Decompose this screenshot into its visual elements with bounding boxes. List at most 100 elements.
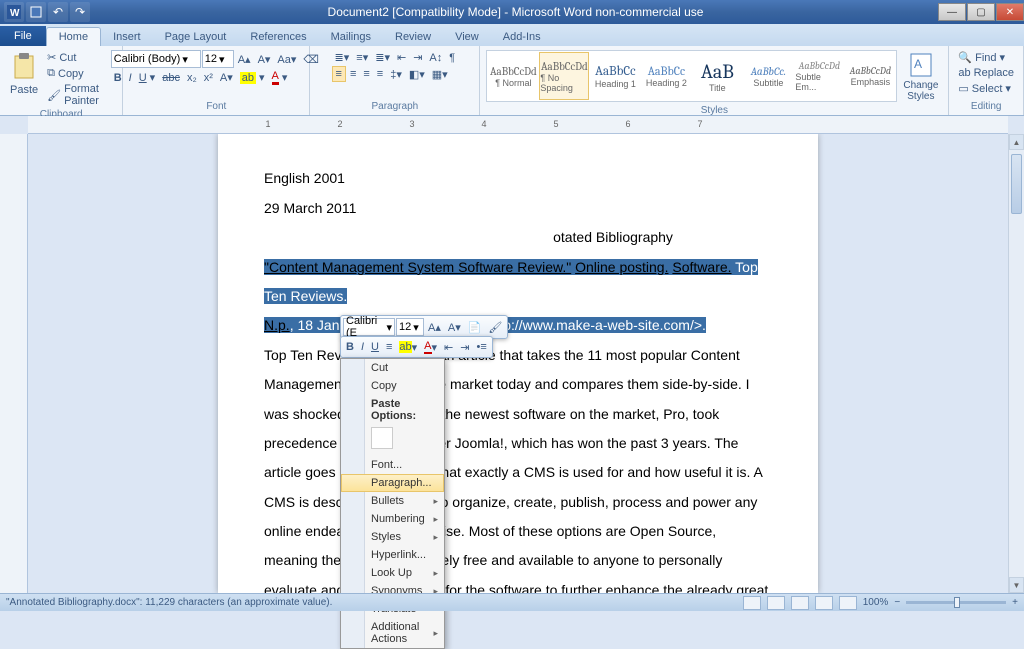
mini-styles-button[interactable]: 📄 — [465, 318, 485, 336]
scroll-down-button[interactable]: ▼ — [1009, 577, 1024, 593]
word-icon[interactable]: W — [4, 2, 24, 22]
tab-insert[interactable]: Insert — [101, 28, 153, 46]
close-button[interactable]: ✕ — [996, 3, 1024, 21]
tab-mailings[interactable]: Mailings — [319, 28, 383, 46]
style-subtle-em[interactable]: AaBbCcDdSubtle Em... — [794, 52, 844, 100]
scroll-thumb[interactable] — [1011, 154, 1022, 214]
zoom-out-button[interactable]: − — [894, 597, 900, 608]
maximize-button[interactable]: ▢ — [967, 3, 995, 21]
cut-button[interactable]: ✂Cut — [44, 50, 116, 65]
multilevel-button[interactable]: ≣▾ — [372, 50, 393, 65]
font-size-combo[interactable]: 12▾ — [202, 50, 234, 68]
ctx-copy[interactable]: Copy — [341, 377, 444, 395]
mini-grow-button[interactable]: A▴ — [425, 318, 444, 336]
mini-shrink-button[interactable]: A▾ — [445, 318, 464, 336]
sort-button[interactable]: A↕ — [426, 51, 445, 65]
text-effects-button[interactable]: A▾ — [217, 70, 236, 85]
paste-option-icon[interactable] — [371, 427, 393, 449]
scroll-up-button[interactable]: ▲ — [1009, 134, 1024, 150]
style-heading2[interactable]: AaBbCcHeading 2 — [641, 52, 691, 100]
mini-fontcolor-button[interactable]: A▾ — [421, 339, 440, 355]
mini-font-combo[interactable]: Calibri (E▾ — [343, 318, 395, 336]
tab-file[interactable]: File — [0, 26, 46, 46]
style-title[interactable]: AaBTitle — [692, 52, 742, 100]
ctx-numbering[interactable]: Numbering▸ — [341, 510, 444, 528]
undo-icon[interactable]: ↶ — [48, 2, 68, 22]
change-styles-button[interactable]: A Change Styles — [899, 50, 942, 104]
style-no-spacing[interactable]: AaBbCcDd¶ No Spacing — [539, 52, 589, 100]
styles-gallery[interactable]: AaBbCcDd¶ Normal AaBbCcDd¶ No Spacing Aa… — [486, 50, 897, 102]
mini-bold-button[interactable]: B — [343, 339, 357, 355]
view-outline-button[interactable] — [815, 596, 833, 610]
redo-icon[interactable]: ↷ — [70, 2, 90, 22]
change-case-button[interactable]: Aa▾ — [274, 52, 299, 67]
view-web-button[interactable] — [791, 596, 809, 610]
mini-highlight-button[interactable]: ab▾ — [396, 339, 420, 355]
ctx-paragraph[interactable]: Paragraph... — [341, 474, 444, 492]
mini-italic-button[interactable]: I — [358, 339, 367, 355]
tab-review[interactable]: Review — [383, 28, 443, 46]
vertical-ruler[interactable] — [0, 134, 28, 593]
ctx-additional[interactable]: Additional Actions▸ — [341, 618, 444, 648]
zoom-in-button[interactable]: + — [1012, 597, 1018, 608]
tab-page-layout[interactable]: Page Layout — [153, 28, 239, 46]
tab-addins[interactable]: Add-Ins — [491, 28, 553, 46]
grow-font-button[interactable]: A▴ — [235, 52, 254, 67]
borders-button[interactable]: ▦▾ — [429, 67, 451, 82]
ctx-styles[interactable]: Styles▸ — [341, 528, 444, 546]
numbering-button[interactable]: ≡▾ — [353, 50, 371, 65]
ctx-hyperlink[interactable]: Hyperlink... — [341, 546, 444, 564]
increase-indent-button[interactable]: ⇥ — [410, 50, 425, 65]
horizontal-ruler[interactable]: 1 2 3 4 5 6 7 — [28, 116, 1008, 134]
zoom-level[interactable]: 100% — [863, 597, 889, 608]
ctx-cut[interactable]: Cut — [341, 359, 444, 377]
font-color-button[interactable]: A▾ — [269, 69, 291, 86]
view-fullscreen-button[interactable] — [767, 596, 785, 610]
decrease-indent-button[interactable]: ⇤ — [394, 50, 409, 65]
show-marks-button[interactable]: ¶ — [446, 51, 458, 65]
mini-indent-dec-button[interactable]: ⇤ — [441, 339, 456, 355]
bold-button[interactable]: B — [111, 71, 125, 85]
ctx-bullets[interactable]: Bullets▸ — [341, 492, 444, 510]
underline-button[interactable]: U▾ — [136, 70, 158, 85]
subscript-button[interactable]: x₂ — [184, 71, 200, 85]
shading-button[interactable]: ◧▾ — [406, 67, 428, 82]
strike-button[interactable]: abc — [159, 71, 183, 85]
select-button[interactable]: ▭Select ▾ — [955, 81, 1014, 96]
italic-button[interactable]: I — [126, 71, 135, 85]
document-page[interactable]: ... English 2001 29 March 2011 otated Bi… — [218, 134, 818, 593]
mini-brush-button[interactable]: 🖌 — [485, 318, 505, 336]
tab-view[interactable]: View — [443, 28, 491, 46]
style-normal[interactable]: AaBbCcDd¶ Normal — [488, 52, 538, 100]
align-left-button[interactable]: ≡ — [332, 66, 346, 82]
zoom-slider[interactable] — [906, 601, 1006, 604]
save-icon[interactable] — [26, 2, 46, 22]
ctx-font[interactable]: Font... — [341, 456, 444, 474]
style-heading1[interactable]: AaBbCcHeading 1 — [590, 52, 640, 100]
style-subtitle[interactable]: AaBbCc.Subtitle — [743, 52, 793, 100]
mini-size-combo[interactable]: 12▾ — [396, 318, 424, 336]
superscript-button[interactable]: x² — [201, 71, 216, 85]
mini-center-button[interactable]: ≡ — [383, 339, 395, 355]
zoom-thumb[interactable] — [954, 597, 960, 608]
view-print-layout-button[interactable] — [743, 596, 761, 610]
mini-indent-inc-button[interactable]: ⇥ — [457, 339, 472, 355]
ctx-lookup[interactable]: Look Up▸ — [341, 564, 444, 582]
align-center-button[interactable]: ≡ — [347, 67, 359, 81]
tab-references[interactable]: References — [238, 28, 318, 46]
copy-button[interactable]: ⧉Copy — [44, 66, 116, 81]
justify-button[interactable]: ≡ — [374, 67, 386, 81]
format-painter-button[interactable]: 🖌Format Painter — [44, 82, 116, 108]
find-button[interactable]: 🔍Find ▾ — [955, 50, 1008, 65]
shrink-font-button[interactable]: A▾ — [255, 52, 274, 67]
style-emphasis[interactable]: AaBbCcDdEmphasis — [845, 52, 895, 100]
view-draft-button[interactable] — [839, 596, 857, 610]
mini-bullets-button[interactable]: •≡ — [473, 339, 489, 355]
align-right-button[interactable]: ≡ — [360, 67, 372, 81]
paste-button[interactable]: Paste — [6, 50, 42, 98]
vertical-scrollbar[interactable]: ▲ ▼ — [1008, 134, 1024, 593]
tab-home[interactable]: Home — [46, 27, 101, 46]
highlight-button[interactable]: ab▾ — [237, 70, 268, 85]
minimize-button[interactable]: — — [938, 3, 966, 21]
mini-underline-button[interactable]: U — [368, 339, 382, 355]
